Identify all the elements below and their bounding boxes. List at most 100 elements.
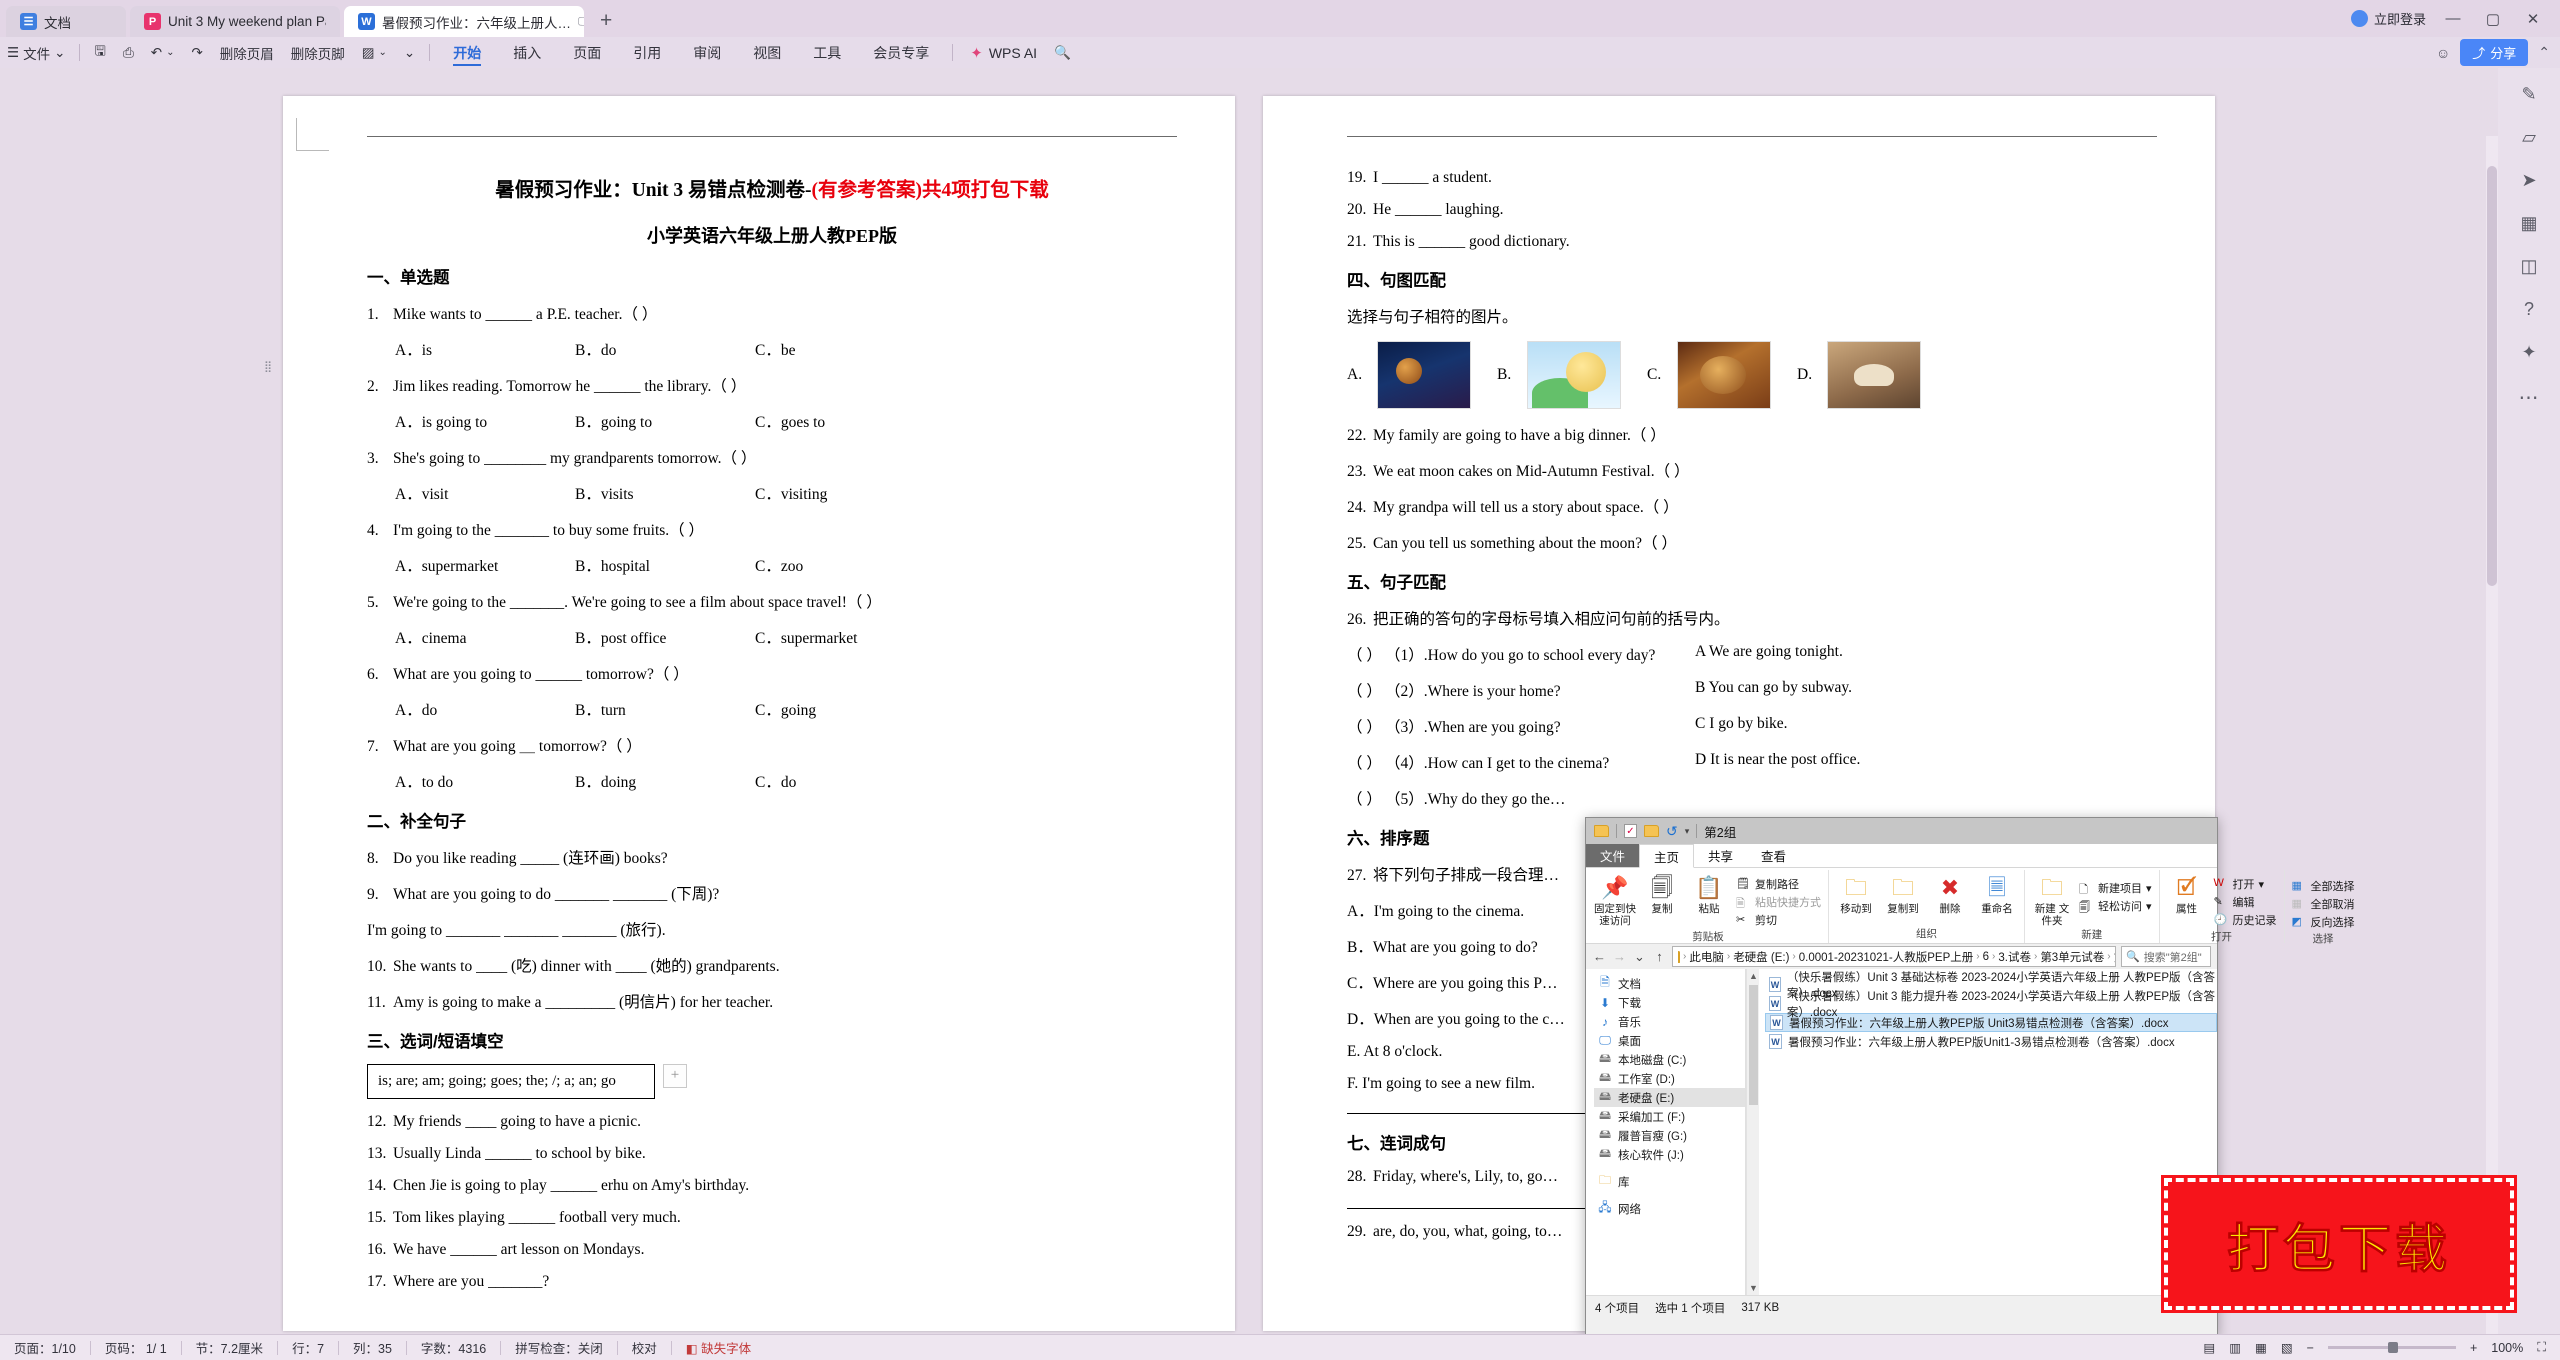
- breadcrumb-item[interactable]: 0.0001-20231021-人教版PEP上册: [1799, 949, 1974, 965]
- nav-item-desktop[interactable]: 🖵 桌面: [1594, 1031, 1745, 1050]
- status-missing-font[interactable]: ◧ 缺失字体: [672, 1338, 765, 1357]
- breadcrumb[interactable]: › 此电脑 › 老硬盘 (E:) › 0.0001-20231021-人教版PEP上册…: [1672, 946, 2116, 967]
- new-folder-icon[interactable]: [1644, 825, 1659, 837]
- status-proofread[interactable]: 校对: [618, 1338, 671, 1357]
- nav-item-drive-d[interactable]: 🖴 工作室 (D:): [1594, 1069, 1745, 1088]
- help-icon[interactable]: ?: [2524, 299, 2534, 320]
- recent-locations-button[interactable]: ⌄: [1632, 949, 1647, 965]
- paste-shortcut-button[interactable]: 🗎 粘贴快捷方式: [1734, 893, 1823, 911]
- shapes-icon[interactable]: ▱: [2522, 127, 2536, 148]
- select-all-button[interactable]: ▦ 全部选择: [2290, 877, 2357, 895]
- close-button[interactable]: ✕: [2520, 10, 2546, 28]
- print-pdf-icon[interactable]: ⎙: [116, 41, 141, 65]
- folder-icon[interactable]: [1594, 825, 1609, 837]
- status-section[interactable]: 节：7.2厘米: [182, 1338, 277, 1357]
- move-to-button[interactable]: 🗀 移动到: [1834, 873, 1878, 915]
- copy-path-button[interactable]: 🗒 复制路径: [1734, 875, 1823, 893]
- table-icon[interactable]: ▦: [2520, 213, 2537, 234]
- nav-item-network[interactable]: 🖧 网络: [1594, 1199, 1745, 1218]
- chevron-down-icon[interactable]: ▾: [1685, 826, 1690, 837]
- scroll-up-arrow[interactable]: ▲: [1747, 971, 1760, 981]
- cursor-icon[interactable]: ➤: [2521, 170, 2536, 191]
- undo-icon[interactable]: ↺: [1666, 823, 1678, 840]
- properties-button[interactable]: 🗹 属性: [2165, 873, 2209, 915]
- file-list-item[interactable]: W 暑假预习作业：六年级上册人教PEP版Unit1-3易错点检测卷（含答案）.do…: [1765, 1032, 2217, 1051]
- nav-item-drive-c[interactable]: 🖴 本地磁盘 (C:): [1594, 1050, 1745, 1069]
- search-input[interactable]: 🔍 搜索"第2组": [2121, 946, 2211, 967]
- search-icon[interactable]: 🔍: [1047, 41, 1078, 65]
- select-none-button[interactable]: ▦ 全部取消: [2290, 895, 2357, 913]
- up-button[interactable]: ↑: [1652, 949, 1667, 964]
- wps-ai-button[interactable]: ✦ WPS AI: [960, 44, 1047, 62]
- skin-icon[interactable]: ✦: [2521, 342, 2536, 363]
- tab-tools[interactable]: 工具: [797, 37, 857, 68]
- tab-home[interactable]: 主页: [1639, 844, 1695, 868]
- delete-footer-button[interactable]: 删除页脚: [284, 41, 352, 65]
- tab-view[interactable]: 查看: [1747, 844, 1800, 867]
- open-with-button[interactable]: W 打开 ▾: [2212, 875, 2279, 893]
- save-icon[interactable]: 🖫: [87, 41, 113, 65]
- status-page-count[interactable]: 页面：1/10: [0, 1338, 90, 1357]
- view-reading-icon[interactable]: ▧: [2281, 1340, 2293, 1355]
- new-tab-button[interactable]: +: [588, 9, 622, 37]
- view-web-layout-icon[interactable]: ▥: [2229, 1340, 2241, 1355]
- tab-file[interactable]: 文件: [1586, 844, 1640, 867]
- tab-pdf-unit3[interactable]: P Unit 3 My weekend plan Part A.pdf: [130, 6, 340, 37]
- forward-button[interactable]: →: [1612, 949, 1627, 964]
- back-button[interactable]: ←: [1592, 949, 1607, 964]
- file-list-item[interactable]: W （快乐暑假练）Unit 3 能力提升卷 2023-2024小学英语六年级上册 …: [1765, 991, 2217, 1019]
- delete-button[interactable]: ✖ 删除: [1928, 873, 1972, 915]
- minimize-button[interactable]: —: [2440, 10, 2466, 27]
- zoom-slider-handle[interactable]: [2387, 1342, 2398, 1353]
- tab-word-active[interactable]: W 暑假预习作业：六年级上册人… 🖵 ●: [344, 6, 584, 37]
- breadcrumb-item[interactable]: 此电脑: [1689, 949, 1724, 965]
- breadcrumb-item[interactable]: 第2组: [2114, 949, 2115, 965]
- pen-icon[interactable]: ✎: [2521, 84, 2536, 105]
- tab-insert[interactable]: 插入: [497, 37, 557, 68]
- copy-button[interactable]: 🗐 复制: [1640, 873, 1684, 915]
- nav-item-library[interactable]: 🗀 库: [1594, 1172, 1745, 1191]
- nav-item-drive-e[interactable]: 🖴 老硬盘 (E:): [1594, 1088, 1745, 1107]
- view-print-layout-icon[interactable]: ▤: [2203, 1340, 2215, 1355]
- nav-item-drive-f[interactable]: 🖴 采编加工 (F:): [1594, 1107, 1745, 1126]
- add-row-button[interactable]: +: [663, 1063, 687, 1088]
- breadcrumb-item[interactable]: 老硬盘 (E:): [1733, 949, 1789, 965]
- scrollbar-thumb[interactable]: [1749, 985, 1758, 1105]
- file-list-item-selected[interactable]: W 暑假预习作业：六年级上册人教PEP版 Unit3易错点检测卷（含答案）.doc…: [1765, 1013, 2217, 1032]
- tab-view[interactable]: 视图: [737, 37, 797, 68]
- file-menu-button[interactable]: ☰ 文件 ⌄: [0, 41, 72, 65]
- paragraph-handle[interactable]: ⣿: [264, 362, 277, 383]
- zoom-slider[interactable]: [2327, 1342, 2456, 1353]
- tab-page[interactable]: 页面: [557, 37, 617, 68]
- monitor-icon[interactable]: 🖵: [578, 14, 584, 29]
- nav-item-music[interactable]: ♪ 音乐: [1594, 1012, 1745, 1031]
- tab-start[interactable]: 开始: [437, 37, 497, 68]
- cut-button[interactable]: ✂ 剪切: [1734, 911, 1823, 929]
- login-button[interactable]: 立即登录: [2350, 9, 2426, 28]
- more-quick-icon[interactable]: ⌄: [397, 41, 422, 65]
- breadcrumb-item[interactable]: 6: [1983, 951, 1989, 963]
- delete-header-button[interactable]: 删除页眉: [213, 41, 281, 65]
- paste-button[interactable]: 📋 粘贴: [1687, 873, 1731, 915]
- scroll-down-arrow[interactable]: ▼: [1747, 1283, 1760, 1293]
- zoom-in-button[interactable]: +: [2470, 1341, 2477, 1355]
- tab-member[interactable]: 会员专享: [857, 37, 945, 68]
- nav-item-drive-g[interactable]: 🖴 履普盲瘦 (G:): [1594, 1126, 1745, 1145]
- new-folder-button[interactable]: 🗀 新建 文件夹: [2030, 873, 2074, 927]
- nav-item-drive-j[interactable]: 🖴 核心软件 (J:): [1594, 1145, 1745, 1164]
- status-word-count[interactable]: 字数：4316: [407, 1338, 500, 1357]
- edit-button[interactable]: ✎ 编辑: [2212, 893, 2279, 911]
- zoom-level[interactable]: 100%: [2491, 1341, 2523, 1355]
- new-item-button[interactable]: 🗋 新建项目 ▾: [2077, 879, 2154, 897]
- document-scrollbar[interactable]: [2486, 136, 2498, 1360]
- tab-share[interactable]: 共享: [1694, 844, 1747, 867]
- tab-reference[interactable]: 引用: [617, 37, 677, 68]
- easy-access-button[interactable]: 🗐 轻松访问 ▾: [2077, 897, 2154, 915]
- rename-button[interactable]: 🗏 重命名: [1975, 873, 2019, 915]
- nav-scrollbar[interactable]: ▲ ▼: [1746, 969, 1759, 1295]
- nav-item-downloads[interactable]: ⬇ 下载: [1594, 993, 1745, 1012]
- scrollbar-thumb[interactable]: [2487, 166, 2497, 586]
- fullscreen-icon[interactable]: ⛶: [2537, 1340, 2546, 1355]
- zoom-out-button[interactable]: −: [2307, 1341, 2314, 1355]
- status-page-number[interactable]: 页码： 1/ 1: [91, 1338, 181, 1357]
